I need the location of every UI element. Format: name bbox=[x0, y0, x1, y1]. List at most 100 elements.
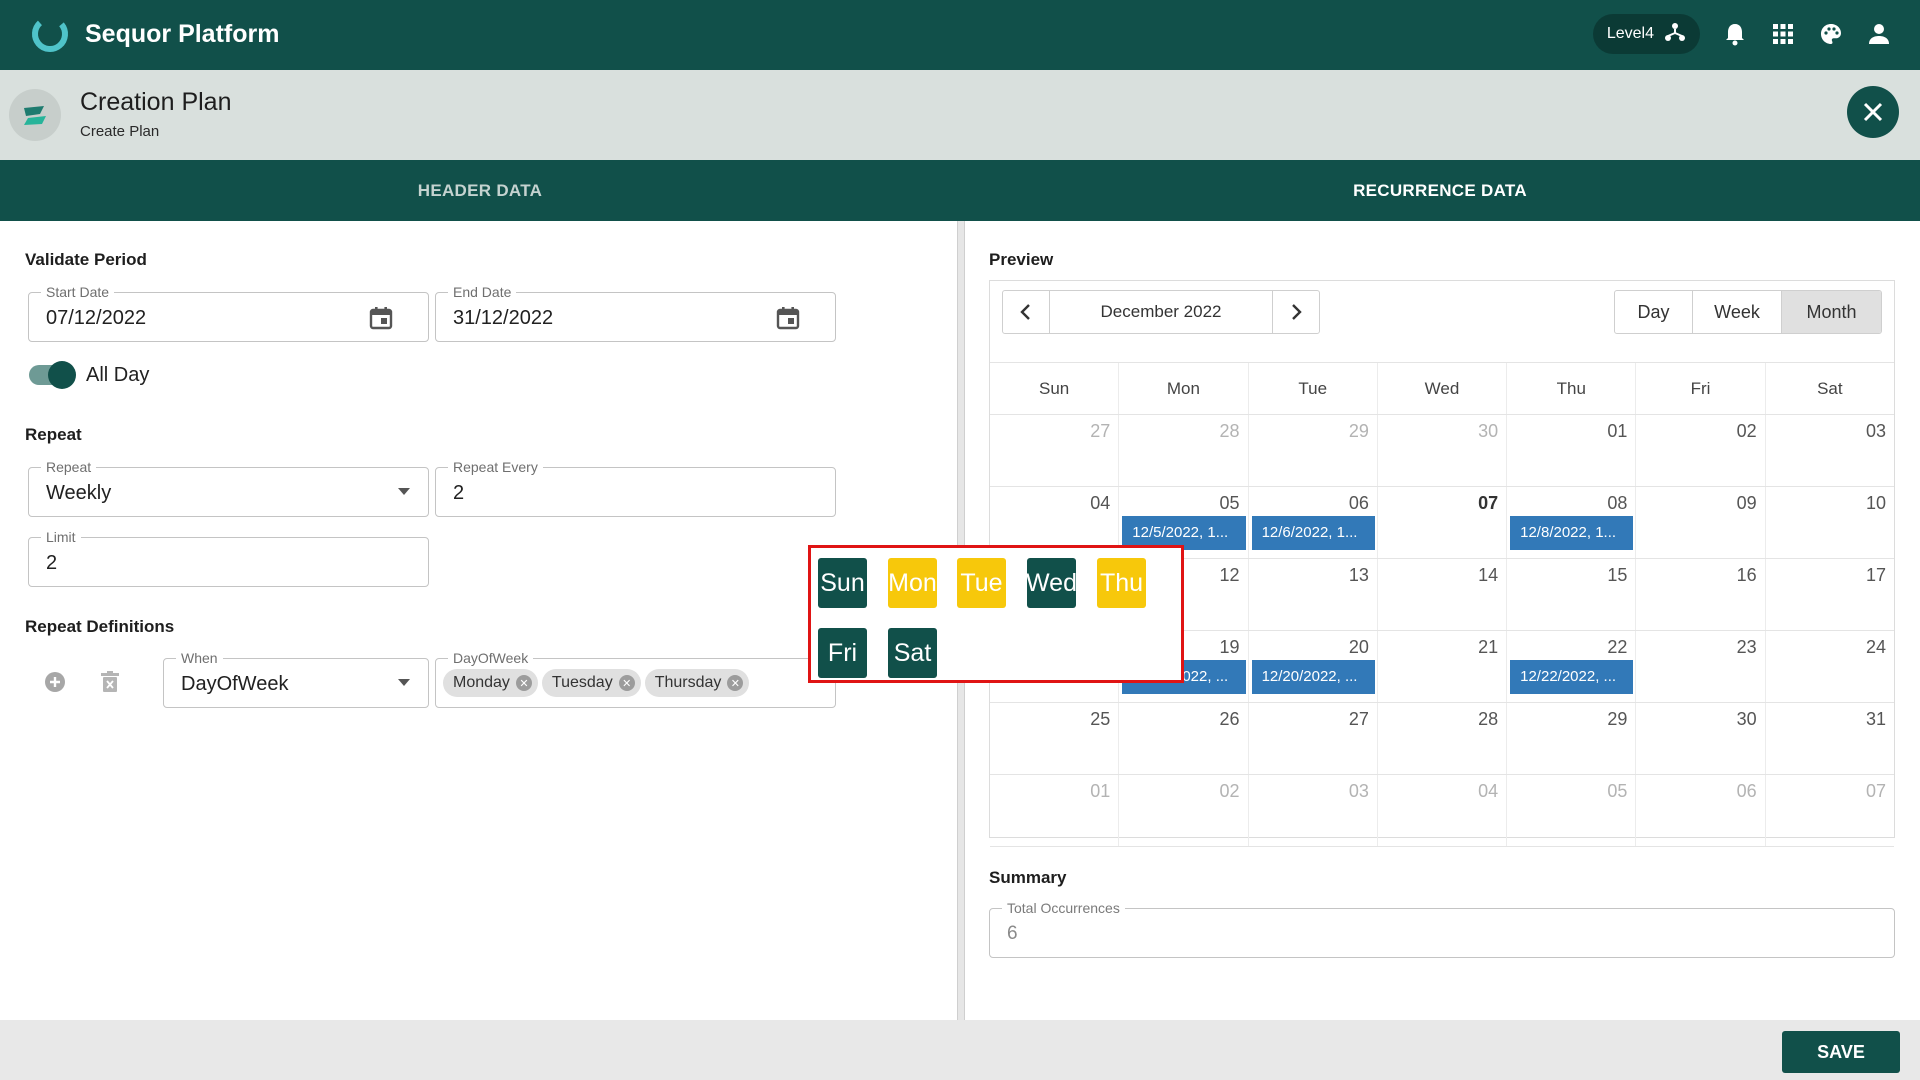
day-cell[interactable]: 23 bbox=[1635, 631, 1764, 702]
day-cell[interactable]: 17 bbox=[1764, 559, 1894, 630]
all-day-toggle[interactable] bbox=[48, 361, 76, 389]
day-cell[interactable]: 01 bbox=[990, 775, 1118, 846]
user-icon[interactable] bbox=[1866, 21, 1892, 47]
day-cell[interactable]: 03 bbox=[1764, 415, 1894, 486]
day-cell[interactable]: 27 bbox=[990, 415, 1118, 486]
day-cell[interactable]: 08 12/8/2022, 1... bbox=[1506, 487, 1635, 558]
day-cell[interactable]: 06 bbox=[1635, 775, 1764, 846]
view-month-button[interactable]: Month bbox=[1781, 291, 1881, 333]
weekday-fri: Fri bbox=[1635, 363, 1764, 414]
day-cell[interactable]: 10 bbox=[1764, 487, 1894, 558]
day-toggle-sat[interactable]: Sat bbox=[888, 628, 937, 678]
close-button[interactable] bbox=[1847, 86, 1899, 138]
day-cell[interactable]: 01 bbox=[1506, 415, 1635, 486]
dayofweek-multiselect[interactable]: DayOfWeek Monday ✕ Tuesday ✕ Thursday ✕ bbox=[435, 650, 836, 708]
day-cell[interactable]: 13 bbox=[1247, 559, 1377, 630]
day-number: 07 bbox=[1865, 781, 1886, 801]
day-cell[interactable]: 14 bbox=[1376, 559, 1506, 630]
weekday-wed: Wed bbox=[1376, 363, 1506, 414]
calendar-event[interactable]: 12/22/2022, ... bbox=[1510, 660, 1634, 694]
caret-down-icon bbox=[398, 488, 410, 495]
next-month-button[interactable] bbox=[1273, 291, 1319, 333]
apps-grid-icon[interactable] bbox=[1770, 21, 1796, 47]
day-toggle-tue[interactable]: Tue bbox=[957, 558, 1006, 608]
day-cell[interactable]: 31 bbox=[1764, 703, 1894, 774]
day-cell[interactable]: 28 bbox=[1118, 415, 1247, 486]
chevron-left-icon bbox=[1020, 304, 1030, 320]
chip-tuesday[interactable]: Tuesday ✕ bbox=[541, 669, 641, 697]
day-number: 03 bbox=[1865, 421, 1886, 441]
footer-bar: SAVE bbox=[0, 1020, 1920, 1080]
calendar-event[interactable]: 12/8/2022, 1... bbox=[1510, 516, 1634, 550]
end-date-field[interactable]: End Date 31/12/2022 bbox=[435, 284, 836, 342]
bell-icon[interactable] bbox=[1722, 21, 1748, 47]
view-day-button[interactable]: Day bbox=[1615, 291, 1692, 333]
day-toggle-sun[interactable]: Sun bbox=[818, 558, 867, 608]
day-cell[interactable]: 28 bbox=[1376, 703, 1506, 774]
chip-remove-icon[interactable]: ✕ bbox=[727, 675, 744, 691]
current-month[interactable]: December 2022 bbox=[1049, 291, 1273, 333]
day-cell[interactable]: 02 bbox=[1635, 415, 1764, 486]
when-select[interactable]: When DayOfWeek bbox=[163, 650, 429, 708]
day-cell[interactable]: 29 bbox=[1247, 415, 1377, 486]
limit-input[interactable]: Limit 2 bbox=[28, 529, 429, 587]
day-cell[interactable]: 22 12/22/2022, ... bbox=[1506, 631, 1635, 702]
day-number: 20 bbox=[1348, 637, 1369, 657]
day-toggle-fri[interactable]: Fri bbox=[818, 628, 867, 678]
chip-remove-icon[interactable]: ✕ bbox=[515, 675, 532, 691]
palette-icon[interactable] bbox=[1818, 21, 1844, 47]
day-cell[interactable]: 21 bbox=[1376, 631, 1506, 702]
summary-label: Summary bbox=[989, 868, 1067, 887]
day-toggle-thu[interactable]: Thu bbox=[1097, 558, 1146, 608]
day-cell[interactable]: 24 bbox=[1764, 631, 1894, 702]
prev-month-button[interactable] bbox=[1003, 291, 1049, 333]
day-cell[interactable]: 29 bbox=[1506, 703, 1635, 774]
delete-icon[interactable] bbox=[101, 671, 119, 693]
day-cell[interactable]: 05 bbox=[1506, 775, 1635, 846]
day-cell[interactable]: 25 bbox=[990, 703, 1118, 774]
chip-thursday[interactable]: Thursday ✕ bbox=[644, 669, 750, 697]
repeat-select[interactable]: Repeat Weekly bbox=[28, 459, 429, 517]
day-number: 28 bbox=[1219, 421, 1240, 441]
save-button[interactable]: SAVE bbox=[1782, 1031, 1900, 1073]
calendar-event[interactable]: 12/20/2022, ... bbox=[1251, 660, 1375, 694]
weekday-header: Sun Mon Tue Wed Thu Fri Sat bbox=[990, 363, 1894, 415]
view-week-button[interactable]: Week bbox=[1692, 291, 1781, 333]
day-toggle-mon[interactable]: Mon bbox=[888, 558, 937, 608]
repeat-every-input[interactable]: Repeat Every 2 bbox=[435, 459, 836, 517]
day-cell[interactable]: 20 12/20/2022, ... bbox=[1247, 631, 1377, 702]
day-cell[interactable]: 26 bbox=[1118, 703, 1247, 774]
tab-header-data[interactable]: HEADER DATA bbox=[0, 160, 960, 221]
day-cell[interactable]: 27 bbox=[1247, 703, 1377, 774]
day-cell[interactable]: 15 bbox=[1506, 559, 1635, 630]
day-cell[interactable]: 06 12/6/2022, 1... bbox=[1247, 487, 1377, 558]
day-cell[interactable]: 04 bbox=[1376, 775, 1506, 846]
day-number: 02 bbox=[1736, 421, 1757, 441]
tab-recurrence-data[interactable]: RECURRENCE DATA bbox=[960, 160, 1920, 221]
day-cell[interactable]: 07 bbox=[1376, 487, 1506, 558]
day-number: 25 bbox=[1090, 709, 1111, 729]
chip-remove-icon[interactable]: ✕ bbox=[618, 675, 635, 691]
limit-label: Limit bbox=[41, 529, 81, 545]
day-cell[interactable]: 02 bbox=[1118, 775, 1247, 846]
day-cell[interactable]: 03 bbox=[1247, 775, 1377, 846]
calendar-icon[interactable] bbox=[775, 305, 801, 331]
day-toggle-wed[interactable]: Wed bbox=[1026, 558, 1077, 608]
caret-down-icon bbox=[398, 679, 410, 686]
level-chip[interactable]: Level4 bbox=[1592, 14, 1700, 54]
dayofweek-label: DayOfWeek bbox=[448, 650, 534, 666]
start-date-field[interactable]: Start Date 07/12/2022 bbox=[28, 284, 429, 342]
chip-monday[interactable]: Monday ✕ bbox=[443, 669, 538, 697]
add-circle-icon[interactable] bbox=[44, 671, 66, 693]
sequor-logo-icon bbox=[30, 14, 70, 54]
calendar-event[interactable]: 12/6/2022, 1... bbox=[1251, 516, 1375, 550]
day-cell[interactable]: 09 bbox=[1635, 487, 1764, 558]
day-cell[interactable]: 16 bbox=[1635, 559, 1764, 630]
day-cell[interactable]: 07 bbox=[1764, 775, 1894, 846]
calendar-icon[interactable] bbox=[368, 305, 394, 331]
day-cell[interactable]: 30 bbox=[1376, 415, 1506, 486]
hierarchy-icon bbox=[1664, 21, 1686, 48]
chip-label: Thursday bbox=[654, 674, 722, 691]
day-number: 17 bbox=[1865, 565, 1886, 585]
day-cell[interactable]: 30 bbox=[1635, 703, 1764, 774]
